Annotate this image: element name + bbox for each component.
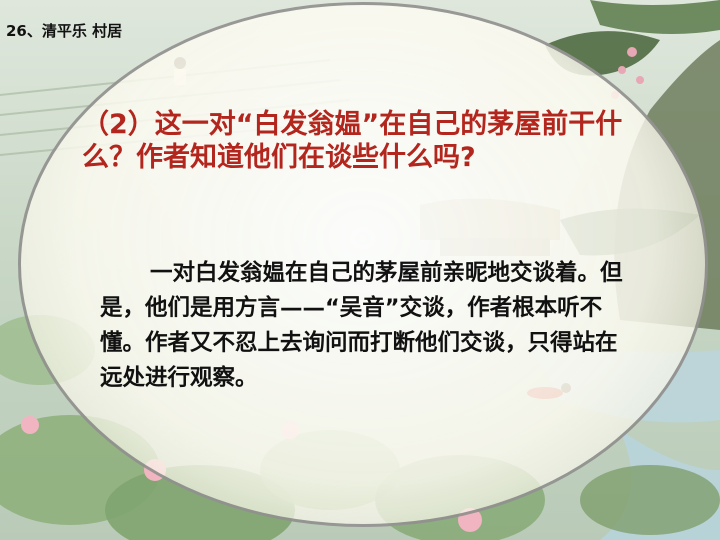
- answer-text: 一对白发翁媪在自己的茅屋前亲昵地交谈着。但是，他们是用方言——“吴音”交谈，作者…: [100, 260, 623, 391]
- slide-header-title: 26、清平乐 村居: [6, 22, 123, 40]
- question-text: （2）这一对“白发翁媪”在自己的茅屋前干什么？作者知道他们在谈些什么吗?: [82, 109, 623, 173]
